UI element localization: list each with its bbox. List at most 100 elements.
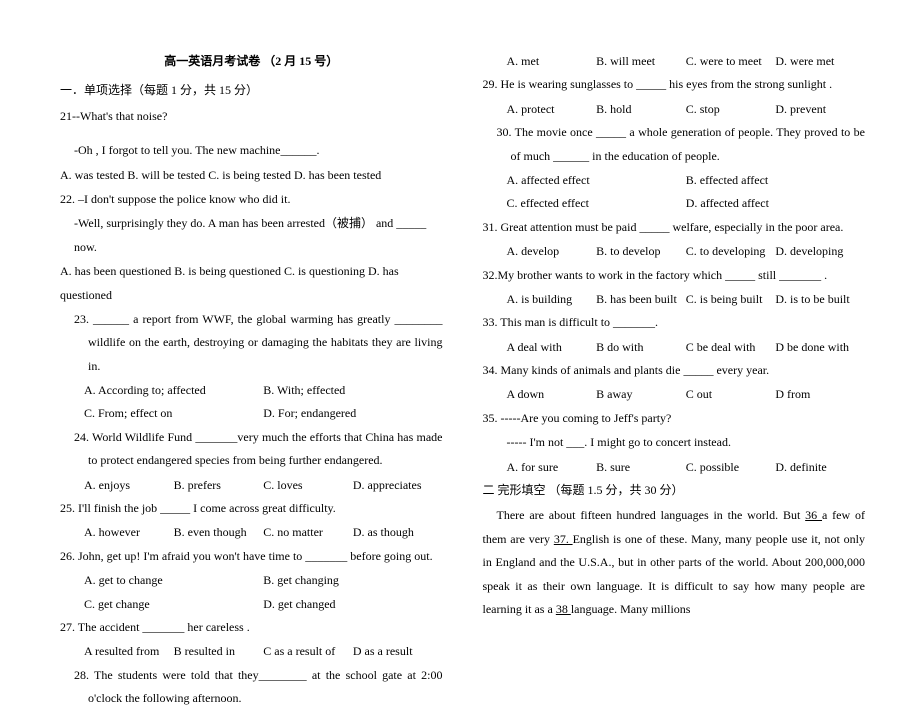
- q32-optC: C. is being built: [686, 288, 776, 311]
- title-text: 高一英语月考试卷 （2 月 15 号）: [164, 54, 338, 68]
- q25-options: A. however B. even though C. no matter D…: [60, 521, 443, 544]
- q27-options: A resulted from B resulted in C as a res…: [60, 640, 443, 663]
- q32-options: A. is building B. has been built C. is b…: [483, 288, 866, 311]
- q32-stem: 32.My brother wants to work in the facto…: [483, 264, 866, 287]
- q33-optA: A deal with: [507, 336, 597, 359]
- q30-optA: A. affected effect: [507, 169, 686, 192]
- q24-optD: D. appreciates: [353, 474, 443, 497]
- q24-optA: A. enjoys: [84, 474, 174, 497]
- q24-stem: 24. World Wildlife Fund _______very much…: [60, 426, 443, 473]
- q33-options: A deal with B do with C be deal with D b…: [483, 336, 866, 359]
- q22-options: A. has been questioned B. is being quest…: [60, 260, 443, 307]
- q26-options-row2: C. get change D. get changed: [60, 593, 443, 616]
- q25-stem: 25. I'll finish the job _____ I come acr…: [60, 497, 443, 520]
- cloze-blank-37: 37.: [554, 532, 573, 546]
- q29-optA: A. protect: [507, 98, 597, 121]
- q28-optC: C. were to meet: [686, 50, 776, 73]
- q21-options: A. was tested B. will be tested C. is be…: [60, 164, 443, 187]
- q32-optA: A. is building: [507, 288, 597, 311]
- q23-optD: D. For; endangered: [263, 402, 442, 425]
- q29-stem: 29. He is wearing sunglasses to _____ hi…: [483, 73, 866, 96]
- q28-stem: 28. The students were told that they____…: [60, 664, 443, 711]
- q31-optB: B. to develop: [596, 240, 686, 263]
- q35-optC: C. possible: [686, 456, 776, 479]
- q35-line1: 35. -----Are you coming to Jeff's party?: [483, 407, 866, 430]
- q35-optA: A. for sure: [507, 456, 597, 479]
- q26-optB: B. get changing: [263, 569, 442, 592]
- section-1-label: 一．单项选择（每题 1 分，共 15 分）: [60, 79, 443, 102]
- q30-options-row1: A. affected effect B. effected affect: [483, 169, 866, 192]
- q24-optB: B. prefers: [174, 474, 264, 497]
- q23-stem: 23. ______ a report from WWF, the global…: [60, 308, 443, 378]
- q31-optC: C. to developing: [686, 240, 776, 263]
- q29-optB: B. hold: [596, 98, 686, 121]
- q21-line2: -Oh , I forgot to tell you. The new mach…: [60, 139, 443, 162]
- q34-optC: C out: [686, 383, 776, 406]
- q29-optC: C. stop: [686, 98, 776, 121]
- q31-stem: 31. Great attention must be paid _____ w…: [483, 216, 866, 239]
- q34-optD: D from: [775, 383, 865, 406]
- cloze-text-4: language. Many millions: [571, 602, 691, 616]
- q32-optD: D. is to be built: [775, 288, 865, 311]
- q25-optD: D. as though: [353, 521, 443, 544]
- q26-optA: A. get to change: [84, 569, 263, 592]
- q31-options: A. develop B. to develop C. to developin…: [483, 240, 866, 263]
- section-2-label: 二 完形填空 （每题 1.5 分，共 30 分）: [483, 479, 866, 502]
- q30-stem: 30. The movie once _____ a whole generat…: [483, 121, 866, 168]
- q26-stem: 26. John, get up! I'm afraid you won't h…: [60, 545, 443, 568]
- q34-optB: B away: [596, 383, 686, 406]
- q25-optA: A. however: [84, 521, 174, 544]
- q27-optB: B resulted in: [174, 640, 264, 663]
- q35-optD: D. definite: [775, 456, 865, 479]
- right-column: A. met B. will meet C. were to meet D. w…: [483, 50, 866, 610]
- q27-optC: C as a result of: [263, 640, 353, 663]
- q30-optB: B. effected affect: [686, 169, 865, 192]
- q33-optC: C be deal with: [686, 336, 776, 359]
- q27-optA: A resulted from: [84, 640, 174, 663]
- q23-options-row2: C. From; effect on D. For; endangered: [60, 402, 443, 425]
- q34-stem: 34. Many kinds of animals and plants die…: [483, 359, 866, 382]
- q32-optB: B. has been built: [596, 288, 686, 311]
- left-column: 高一英语月考试卷 （2 月 15 号） 一．单项选择（每题 1 分，共 15 分…: [60, 50, 443, 610]
- q29-optD: D. prevent: [775, 98, 865, 121]
- q29-options: A. protect B. hold C. stop D. prevent: [483, 98, 866, 121]
- q24-options: A. enjoys B. prefers C. loves D. appreci…: [60, 474, 443, 497]
- cloze-blank-38: 38: [556, 602, 571, 616]
- q26-options-row1: A. get to change B. get changing: [60, 569, 443, 592]
- cloze-paragraph: There are about fifteen hundred language…: [483, 504, 866, 621]
- q23-options-row1: A. According to; affected B. With; effec…: [60, 379, 443, 402]
- q25-optB: B. even though: [174, 521, 264, 544]
- q28-optB: B. will meet: [596, 50, 686, 73]
- cloze-blank-36: 36: [805, 508, 822, 522]
- q30-options-row2: C. effected effect D. affected affect: [483, 192, 866, 215]
- q33-stem: 33. This man is difficult to _______.: [483, 311, 866, 334]
- q34-options: A down B away C out D from: [483, 383, 866, 406]
- q28-options: A. met B. will meet C. were to meet D. w…: [483, 50, 866, 73]
- q28-optD: D. were met: [775, 50, 865, 73]
- q30-optC: C. effected effect: [507, 192, 686, 215]
- q27-optD: D as a result: [353, 640, 443, 663]
- q26-optD: D. get changed: [263, 593, 442, 616]
- q35-options: A. for sure B. sure C. possible D. defin…: [483, 456, 866, 479]
- q31-optA: A. develop: [507, 240, 597, 263]
- q25-optC: C. no matter: [263, 521, 353, 544]
- q23-optB: B. With; effected: [263, 379, 442, 402]
- q21-line1: 21--What's that noise?: [60, 105, 443, 128]
- q24-optC: C. loves: [263, 474, 353, 497]
- q30-optD: D. affected affect: [686, 192, 865, 215]
- q34-optA: A down: [507, 383, 597, 406]
- q33-optD: D be done with: [775, 336, 865, 359]
- q31-optD: D. developing: [775, 240, 865, 263]
- q35-optB: B. sure: [596, 456, 686, 479]
- cloze-text-1: There are about fifteen hundred language…: [497, 508, 806, 522]
- q22-line1: 22. –I don't suppose the police know who…: [60, 188, 443, 211]
- q35-line2: ----- I'm not ___. I might go to concert…: [483, 431, 866, 454]
- q23-optC: C. From; effect on: [84, 402, 263, 425]
- q28-optA: A. met: [507, 50, 597, 73]
- q33-optB: B do with: [596, 336, 686, 359]
- exam-title: 高一英语月考试卷 （2 月 15 号）: [60, 50, 443, 73]
- q26-optC: C. get change: [84, 593, 263, 616]
- q23-optA: A. According to; affected: [84, 379, 263, 402]
- q27-stem: 27. The accident _______ her careless .: [60, 616, 443, 639]
- q22-line2: -Well, surprisingly they do. A man has b…: [60, 212, 443, 259]
